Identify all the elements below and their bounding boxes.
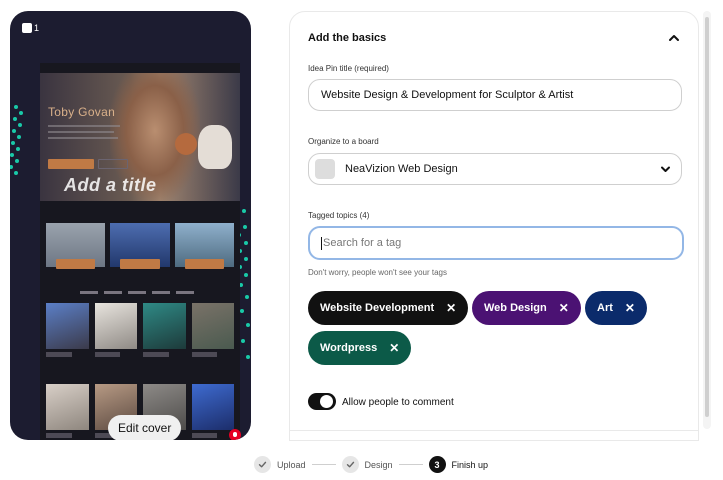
toggle-knob — [320, 395, 333, 408]
section-title: Add the basics — [308, 32, 387, 44]
website-screenshot: Toby Govan — [40, 63, 240, 440]
title-input[interactable]: Website Design & Development for Sculpto… — [308, 79, 682, 111]
step-number: 3 — [428, 456, 446, 473]
hero-cta-secondary — [98, 159, 128, 169]
tag-chip-label: Wordpress — [320, 342, 378, 354]
progress-steps: Upload Design 3 Finish up — [254, 456, 488, 473]
gallery-item — [94, 303, 137, 357]
allow-comments-toggle[interactable] — [308, 393, 336, 410]
remove-tag-icon[interactable]: ✕ — [559, 301, 569, 315]
tag-chip[interactable]: Wordpress ✕ — [308, 331, 412, 365]
decorative-dots-left — [10, 105, 23, 175]
sculpture-image — [198, 125, 232, 169]
edit-cover-button[interactable]: Edit cover — [108, 415, 182, 440]
gallery-item — [191, 384, 234, 438]
step-connector — [311, 464, 336, 465]
gallery-item — [46, 384, 89, 438]
board-thumbnail — [315, 159, 335, 179]
hero-text-line — [48, 131, 114, 133]
checkmark-icon — [341, 456, 359, 473]
gallery-item — [143, 303, 186, 357]
hero-name: Toby Govan — [48, 105, 116, 119]
tag-chip-label: Website Development — [320, 302, 435, 314]
add-title-overlay[interactable]: Add a title — [64, 175, 157, 196]
tag-chip[interactable]: Art ✕ — [585, 291, 647, 325]
hero-text-line — [48, 125, 120, 127]
tile-button — [184, 259, 224, 269]
tag-search-field[interactable] — [308, 226, 684, 260]
checkmark-icon — [254, 456, 271, 473]
tile-button — [56, 259, 96, 269]
step-label: Finish up — [451, 459, 489, 470]
tag-chip[interactable]: Web Design ✕ — [472, 291, 581, 325]
tile-buttons — [46, 259, 234, 269]
panel-divider — [290, 430, 698, 431]
pin-preview: 1 Toby Govan Add a title Edit cover — [10, 11, 251, 440]
page-count: 1 — [34, 23, 40, 33]
board-select[interactable]: NeaVizion Web Design — [308, 153, 682, 185]
hero-badge — [175, 133, 197, 155]
chevron-down-icon — [661, 166, 670, 172]
gallery-item — [191, 303, 234, 357]
tag-chip[interactable]: Website Development ✕ — [308, 291, 469, 325]
step-label: Upload — [277, 459, 306, 470]
hero-cta — [48, 159, 94, 169]
tags-hint: Don't worry, people won't see your tags — [308, 268, 447, 277]
remove-tag-icon[interactable]: ✕ — [389, 341, 399, 355]
details-panel: Add the basics Idea Pin title (required)… — [289, 11, 699, 441]
title-field-label: Idea Pin title (required) — [308, 64, 389, 73]
hero-text-line — [48, 137, 118, 139]
remove-tag-icon[interactable]: ✕ — [446, 301, 456, 315]
step-label: Design — [364, 459, 393, 470]
step-upload[interactable]: Upload — [254, 456, 306, 473]
pinterest-logo-icon — [229, 429, 241, 440]
idea-pin-editor: 1 Toby Govan Add a title Edit cover Add … — [0, 0, 723, 480]
step-connector — [398, 464, 423, 465]
step-design[interactable]: Design — [341, 456, 393, 473]
tag-chip-label: Art — [597, 302, 613, 314]
text-cursor — [321, 236, 322, 250]
tag-search-input[interactable] — [323, 237, 671, 249]
board-field-label: Organize to a board — [308, 137, 379, 146]
scrollbar-thumb[interactable] — [705, 17, 709, 417]
remove-tag-icon[interactable]: ✕ — [625, 301, 635, 315]
gallery-filter-bar — [80, 291, 200, 294]
allow-comments-label: Allow people to comment — [342, 397, 454, 408]
panel-scrollbar[interactable] — [703, 11, 711, 429]
chevron-up-icon[interactable] — [668, 33, 680, 43]
pages-icon — [22, 23, 32, 33]
gallery-item — [46, 303, 89, 357]
tag-chip-label: Web Design — [484, 302, 547, 314]
step-finish-up[interactable]: 3 Finish up — [428, 456, 489, 473]
tagged-topics-label: Tagged topics (4) — [308, 211, 370, 220]
tile-button — [120, 259, 160, 269]
board-select-value: NeaVizion Web Design — [345, 163, 458, 175]
page-count-badge: 1 — [22, 23, 39, 33]
